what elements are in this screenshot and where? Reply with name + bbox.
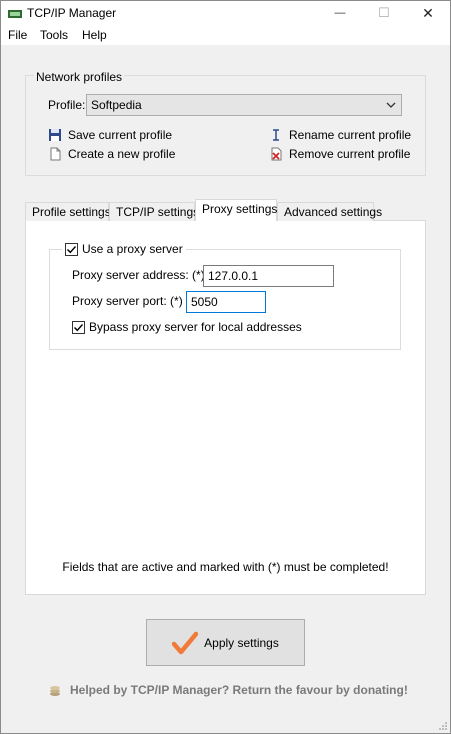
use-proxy-checkbox-box[interactable]: [65, 242, 78, 256]
menu-tools[interactable]: Tools: [40, 28, 68, 42]
proxy-port-label: Proxy server port: (*): [72, 294, 183, 308]
tab-advanced-settings[interactable]: Advanced settings: [277, 202, 382, 221]
close-icon: ✕: [422, 4, 434, 21]
tab-proxy-settings[interactable]: Proxy settings: [195, 199, 277, 221]
coins-icon: [50, 686, 60, 696]
network-profiles-label: Network profiles: [34, 70, 125, 84]
save-profile-label: Save current profile: [68, 128, 173, 142]
tab-proxy-settings-label: Proxy settings: [202, 202, 278, 216]
save-profile-button[interactable]: Save current profile: [48, 128, 172, 142]
window-title: TCP/IP Manager: [27, 6, 117, 20]
proxy-address-input[interactable]: [203, 265, 334, 287]
tab-tcpip-settings[interactable]: TCP/IP settings: [109, 202, 199, 221]
floppy-disk-icon: [49, 129, 61, 141]
remove-profile-button[interactable]: Remove current profile: [269, 147, 410, 161]
new-document-icon: [50, 147, 61, 161]
network-app-icon: [8, 10, 22, 18]
checkmark-icon: [67, 245, 77, 253]
remove-profile-label: Remove current profile: [289, 147, 411, 161]
apply-settings-button[interactable]: Apply settings: [146, 619, 305, 666]
menu-help[interactable]: Help: [82, 28, 107, 42]
minimize-button[interactable]: —: [318, 1, 362, 25]
tab-profile-settings-label: Profile settings: [32, 205, 111, 219]
rename-profile-label: Rename current profile: [289, 128, 412, 142]
tab-profile-settings[interactable]: Profile settings: [25, 202, 111, 221]
bypass-local-label: Bypass proxy server for local addresses: [89, 320, 302, 334]
tab-advanced-settings-label: Advanced settings: [284, 205, 383, 219]
tab-tcpip-settings-label: TCP/IP settings: [116, 205, 200, 219]
menu-file[interactable]: File: [8, 28, 27, 42]
menu-bar: File Tools Help: [1, 25, 450, 45]
donate-link[interactable]: Helped by TCP/IP Manager? Return the fav…: [48, 683, 408, 697]
create-profile-label: Create a new profile: [68, 147, 176, 161]
rename-profile-button[interactable]: Rename current profile: [269, 128, 411, 142]
create-profile-button[interactable]: Create a new profile: [48, 147, 175, 161]
proxy-port-input[interactable]: [186, 291, 266, 313]
use-proxy-checkbox[interactable]: Use a proxy server: [62, 242, 186, 256]
required-fields-note: Fields that are active and marked with (…: [62, 560, 389, 574]
proxy-address-label: Proxy server address: (*): [72, 268, 205, 282]
bypass-local-checkbox-box[interactable]: [72, 320, 85, 334]
maximize-button[interactable]: ☐: [362, 1, 406, 25]
rename-icon: [273, 129, 279, 141]
donate-text: Helped by TCP/IP Manager? Return the fav…: [70, 683, 408, 697]
apply-settings-label: Apply settings: [204, 635, 279, 650]
checkmark-icon: [172, 631, 199, 654]
profile-dropdown[interactable]: Softpedia: [86, 94, 402, 116]
profile-label: Profile:: [48, 98, 86, 112]
minimize-icon: —: [334, 7, 346, 19]
use-proxy-label: Use a proxy server: [82, 242, 183, 256]
bypass-local-checkbox[interactable]: Bypass proxy server for local addresses: [72, 320, 302, 334]
profile-dropdown-value: Softpedia: [91, 98, 142, 112]
title-bar[interactable]: TCP/IP Manager — ☐ ✕: [1, 1, 450, 25]
maximize-icon: ☐: [378, 5, 390, 20]
resize-grip-icon[interactable]: [438, 721, 448, 731]
chevron-down-icon: [386, 102, 396, 108]
remove-document-icon: [271, 147, 282, 161]
close-button[interactable]: ✕: [406, 1, 450, 25]
checkmark-icon: [74, 323, 84, 331]
